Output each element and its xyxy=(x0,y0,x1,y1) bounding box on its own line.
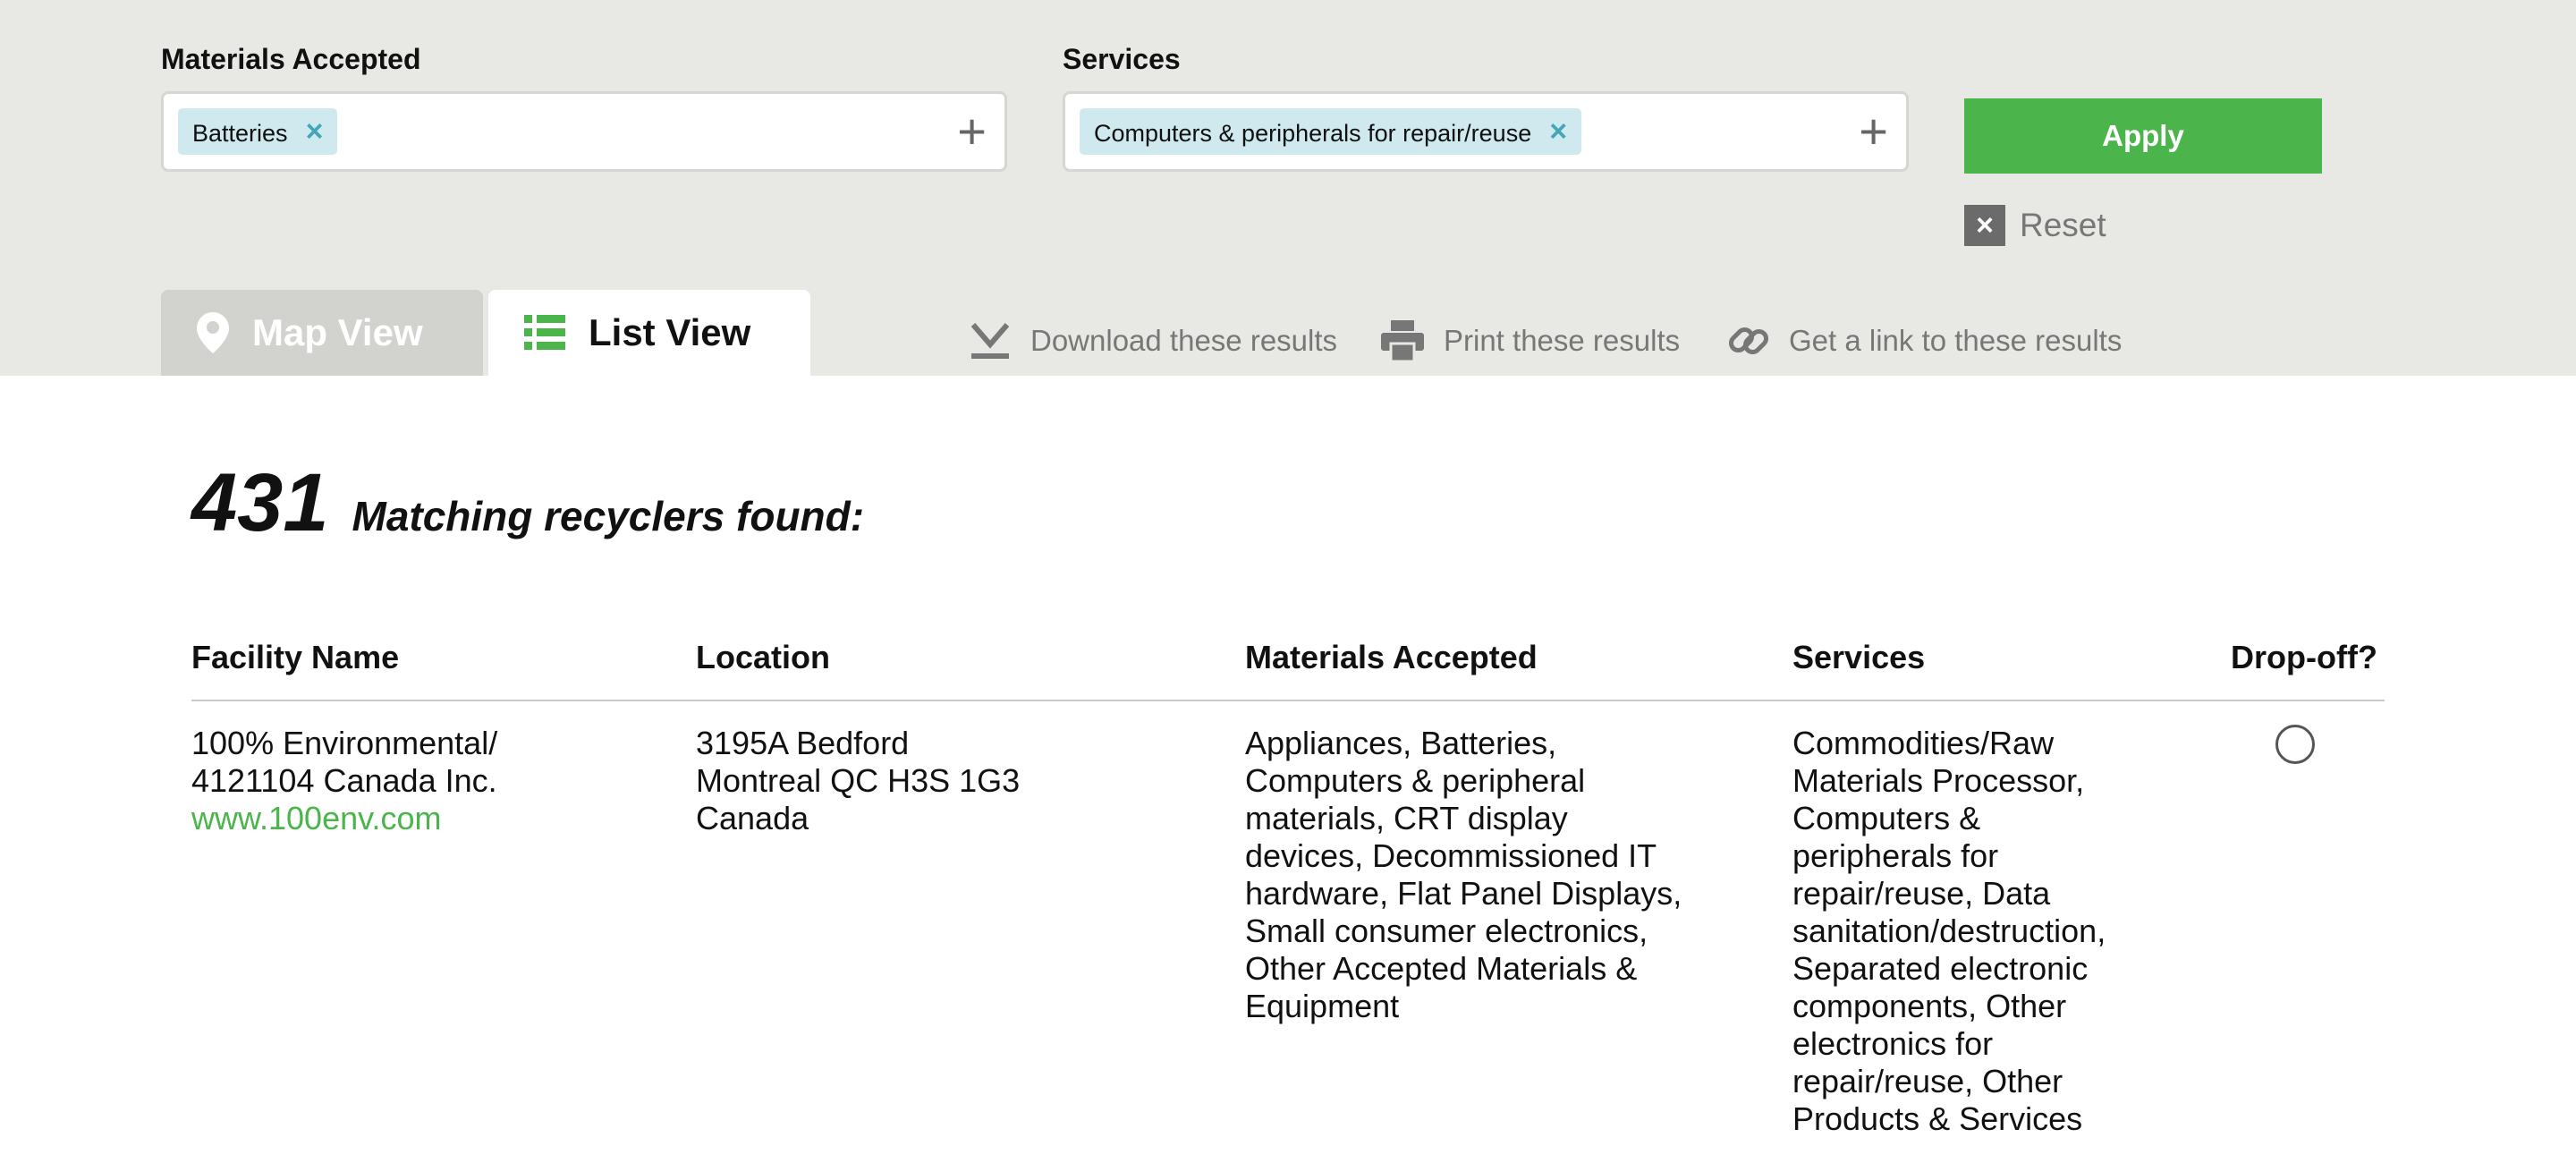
location-cell: 3195A Bedford Montreal QC H3S 1G3 Canada xyxy=(696,725,1161,837)
add-material-icon[interactable]: + xyxy=(957,99,987,164)
download-results-link[interactable]: Download these results xyxy=(970,315,1337,367)
dropoff-radio[interactable] xyxy=(2275,725,2315,764)
materials-chip: Batteries × xyxy=(178,108,338,155)
location-street: 3195A Bedford xyxy=(696,725,910,761)
print-results-link[interactable]: Print these results xyxy=(1381,315,1680,367)
link-icon xyxy=(1728,320,1769,361)
printer-icon xyxy=(1381,320,1424,361)
location-country: Canada xyxy=(696,800,809,836)
column-header-dropoff: Drop-off? xyxy=(2231,639,2377,675)
reset-close-icon: × xyxy=(1964,205,2005,246)
location-city: Montreal QC H3S 1G3 xyxy=(696,762,1021,799)
print-results-label: Print these results xyxy=(1444,324,1681,357)
services-cell: Commodities/Raw Materials Processor, Com… xyxy=(1792,725,2106,1137)
table-header-divider xyxy=(191,700,2385,701)
tab-map-view-label: Map View xyxy=(252,311,423,353)
tab-map-view[interactable]: Map View xyxy=(161,290,483,376)
tab-list-view-label: List View xyxy=(589,311,751,353)
tab-list-view[interactable]: List View xyxy=(488,290,810,376)
reset-label: Reset xyxy=(2020,207,2106,243)
services-chip-label: Computers & peripherals for repair/reuse xyxy=(1094,120,1532,147)
add-service-icon[interactable]: + xyxy=(1859,99,1888,164)
apply-button[interactable]: Apply xyxy=(1964,98,2322,174)
result-count-heading: 431 Matching recyclers found: xyxy=(191,456,864,550)
materials-chip-label: Batteries xyxy=(192,120,288,147)
materials-filter-label: Materials Accepted xyxy=(161,43,421,75)
get-link-label: Get a link to these results xyxy=(1789,324,2123,357)
download-results-label: Download these results xyxy=(1030,324,1338,357)
column-header-materials: Materials Accepted xyxy=(1245,639,1538,675)
services-filter-label: Services xyxy=(1063,43,1181,75)
download-icon xyxy=(970,321,1011,361)
chip-remove-icon[interactable]: × xyxy=(306,115,324,149)
result-count-label: Matching recyclers found: xyxy=(352,493,865,539)
reset-button[interactable]: × Reset xyxy=(1964,204,2106,247)
column-header-facility-name: Facility Name xyxy=(191,639,400,675)
map-pin-icon xyxy=(197,312,229,353)
materials-filter-input[interactable]: Batteries × + xyxy=(161,91,1007,172)
column-header-services: Services xyxy=(1792,639,1926,675)
services-chip: Computers & peripherals for repair/reuse… xyxy=(1080,108,1582,155)
facility-name-cell: 100% Environmental/ 4121104 Canada Inc. … xyxy=(191,725,513,837)
facility-website-link[interactable]: www.100env.com xyxy=(191,800,513,837)
chip-remove-icon[interactable]: × xyxy=(1549,115,1567,149)
filter-panel: Materials Accepted Batteries × + Services… xyxy=(0,0,2576,376)
list-icon xyxy=(524,315,565,351)
column-header-location: Location xyxy=(696,639,830,675)
services-filter-input[interactable]: Computers & peripherals for repair/reuse… xyxy=(1063,91,1909,172)
result-count-number: 431 xyxy=(191,457,329,548)
materials-cell: Appliances, Batteries, Computers & perip… xyxy=(1245,725,1682,1024)
facility-name: 100% Environmental/ 4121104 Canada Inc. xyxy=(191,725,498,799)
get-link-results[interactable]: Get a link to these results xyxy=(1728,315,2122,367)
